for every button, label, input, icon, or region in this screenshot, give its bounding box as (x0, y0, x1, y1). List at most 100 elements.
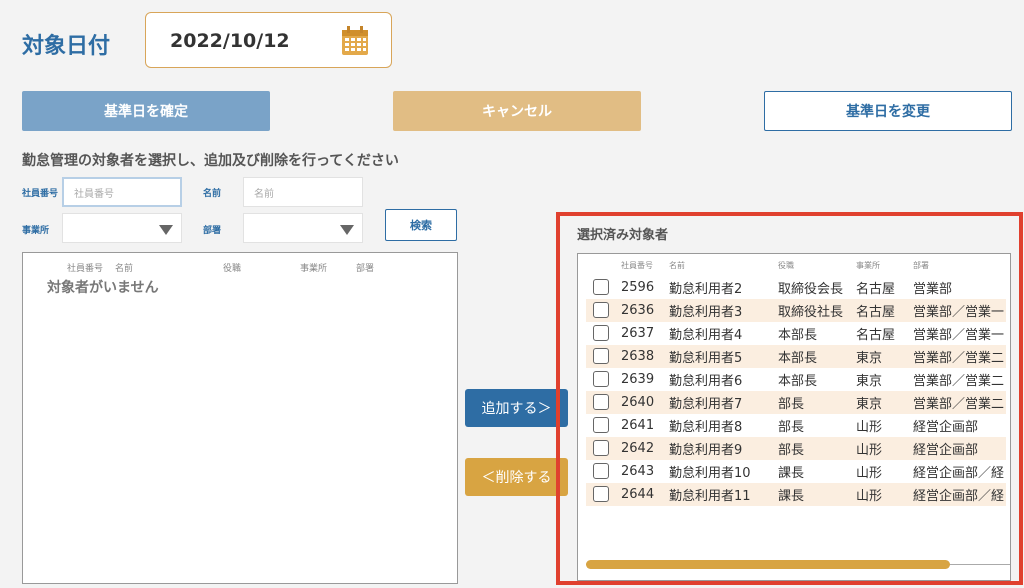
add-button[interactable]: 追加する＞ (465, 389, 568, 427)
cell-dept: 経営企画部 (913, 443, 979, 458)
instructions-text: 勤怠管理の対象者を選択し、追加及び削除を行ってください (22, 153, 399, 169)
table-row[interactable]: 2638 勤怠利用者5 本部長 東京 営業部／営業二 (586, 345, 1006, 368)
cell-role: 課長 (778, 489, 805, 504)
row-checkbox[interactable] (593, 417, 609, 433)
cell-role: 部長 (778, 443, 805, 458)
cell-office: 名古屋 (856, 305, 896, 320)
cell-name: 勤怠利用者10 (669, 466, 751, 481)
row-checkbox[interactable] (593, 325, 609, 341)
dept-select[interactable] (243, 213, 363, 243)
date-value: 2022/10/12 (170, 30, 290, 52)
cell-role: 部長 (778, 397, 805, 412)
search-button[interactable]: 検索 (385, 209, 457, 241)
table-row[interactable]: 2640 勤怠利用者7 部長 東京 営業部／営業二 (586, 391, 1006, 414)
table-row[interactable]: 2636 勤怠利用者3 取締役社長 名古屋 営業部／営業一 (586, 299, 1006, 322)
cell-dept: 営業部／営業二 (913, 351, 1005, 366)
cell-role: 本部長 (778, 328, 818, 343)
cell-id: 2639 (621, 372, 655, 387)
table-row[interactable]: 2596 勤怠利用者2 取締役会長 名古屋 営業部 (586, 276, 1006, 299)
cell-id: 2638 (621, 349, 655, 364)
row-checkbox[interactable] (593, 279, 609, 295)
row-checkbox[interactable] (593, 486, 609, 502)
cell-office: 山形 (856, 443, 883, 458)
column-header: 事業所 (856, 261, 880, 270)
selected-rows: 2596 勤怠利用者2 取締役会長 名古屋 営業部 2636 勤怠利用者3 取締… (586, 276, 1006, 506)
table-row[interactable]: 2639 勤怠利用者6 本部長 東京 営業部／営業二 (586, 368, 1006, 391)
cell-id: 2641 (621, 418, 655, 433)
cell-dept: 営業部 (913, 282, 953, 297)
cell-dept: 経営企画部／経 (913, 489, 1005, 504)
candidate-table[interactable]: 社員番号 名前 役職 事業所 部署 対象者がいません (22, 252, 458, 584)
chevron-down-icon (340, 225, 354, 235)
horizontal-scrollbar-thumb[interactable] (586, 560, 950, 569)
row-checkbox[interactable] (593, 348, 609, 364)
cell-role: 取締役会長 (778, 282, 844, 297)
column-header: 名前 (115, 264, 134, 274)
cell-name: 勤怠利用者5 (669, 351, 743, 366)
row-checkbox[interactable] (593, 302, 609, 318)
column-header: 役職 (223, 264, 242, 274)
cell-id: 2636 (621, 303, 655, 318)
cell-id: 2642 (621, 441, 655, 456)
empty-message: 対象者がいません (47, 280, 159, 296)
employee-no-label: 社員番号 (22, 189, 59, 199)
table-row[interactable]: 2637 勤怠利用者4 本部長 名古屋 営業部／営業一 (586, 322, 1006, 345)
confirm-base-date-button[interactable]: 基準日を確定 (22, 91, 270, 131)
cell-office: 山形 (856, 489, 883, 504)
table-row[interactable]: 2642 勤怠利用者9 部長 山形 経営企画部 (586, 437, 1006, 460)
cell-dept: 経営企画部／経 (913, 466, 1005, 481)
cell-office: 東京 (856, 351, 883, 366)
cell-office: 名古屋 (856, 282, 896, 297)
column-header: 社員番号 (621, 261, 653, 270)
cell-name: 勤怠利用者6 (669, 374, 743, 389)
column-header: 部署 (356, 264, 375, 274)
change-base-date-button[interactable]: 基準日を変更 (764, 91, 1012, 131)
row-checkbox[interactable] (593, 394, 609, 410)
table-row[interactable]: 2641 勤怠利用者8 部長 山形 経営企画部 (586, 414, 1006, 437)
employee-no-input[interactable]: 社員番号 (62, 177, 182, 207)
cell-name: 勤怠利用者9 (669, 443, 743, 458)
name-placeholder: 名前 (254, 188, 274, 200)
cell-name: 勤怠利用者4 (669, 328, 743, 343)
table-row[interactable]: 2643 勤怠利用者10 課長 山形 経営企画部／経 (586, 460, 1006, 483)
cell-office: 山形 (856, 420, 883, 435)
cell-office: 東京 (856, 397, 883, 412)
cell-role: 部長 (778, 420, 805, 435)
cell-id: 2596 (621, 280, 655, 295)
selected-title: 選択済み対象者 (577, 228, 669, 243)
cell-id: 2637 (621, 326, 655, 341)
table-row[interactable]: 2644 勤怠利用者11 課長 山形 経営企画部／経 (586, 483, 1006, 506)
name-input[interactable]: 名前 (243, 177, 363, 207)
cell-dept: 営業部／営業二 (913, 397, 1005, 412)
calendar-icon[interactable] (341, 26, 369, 56)
cancel-button[interactable]: キャンセル (393, 91, 641, 131)
cell-id: 2640 (621, 395, 655, 410)
office-select[interactable] (62, 213, 182, 243)
cell-office: 名古屋 (856, 328, 896, 343)
delete-button[interactable]: ＜削除する (465, 458, 568, 496)
row-checkbox[interactable] (593, 440, 609, 456)
column-header: 役職 (778, 261, 794, 270)
dept-label: 部署 (203, 226, 222, 236)
cell-role: 本部長 (778, 374, 818, 389)
cell-role: 課長 (778, 466, 805, 481)
cell-name: 勤怠利用者11 (669, 489, 751, 504)
cell-role: 取締役社長 (778, 305, 844, 320)
column-header: 部署 (913, 261, 929, 270)
cell-dept: 営業部／営業一 (913, 328, 1005, 343)
column-header: 名前 (669, 261, 685, 270)
cell-id: 2644 (621, 487, 655, 502)
cell-dept: 営業部／営業一 (913, 305, 1005, 320)
selected-table[interactable]: 社員番号 名前 役職 事業所 部署 2596 勤怠利用者2 取締役会長 名古屋 … (577, 253, 1011, 581)
chevron-down-icon (159, 225, 173, 235)
column-header: 事業所 (300, 264, 328, 274)
cell-dept: 経営企画部 (913, 420, 979, 435)
date-picker[interactable]: 2022/10/12 (145, 12, 392, 68)
cell-id: 2643 (621, 464, 655, 479)
cell-name: 勤怠利用者7 (669, 397, 743, 412)
column-header: 社員番号 (67, 264, 104, 274)
row-checkbox[interactable] (593, 463, 609, 479)
row-checkbox[interactable] (593, 371, 609, 387)
cell-dept: 営業部／営業二 (913, 374, 1005, 389)
cell-name: 勤怠利用者3 (669, 305, 743, 320)
